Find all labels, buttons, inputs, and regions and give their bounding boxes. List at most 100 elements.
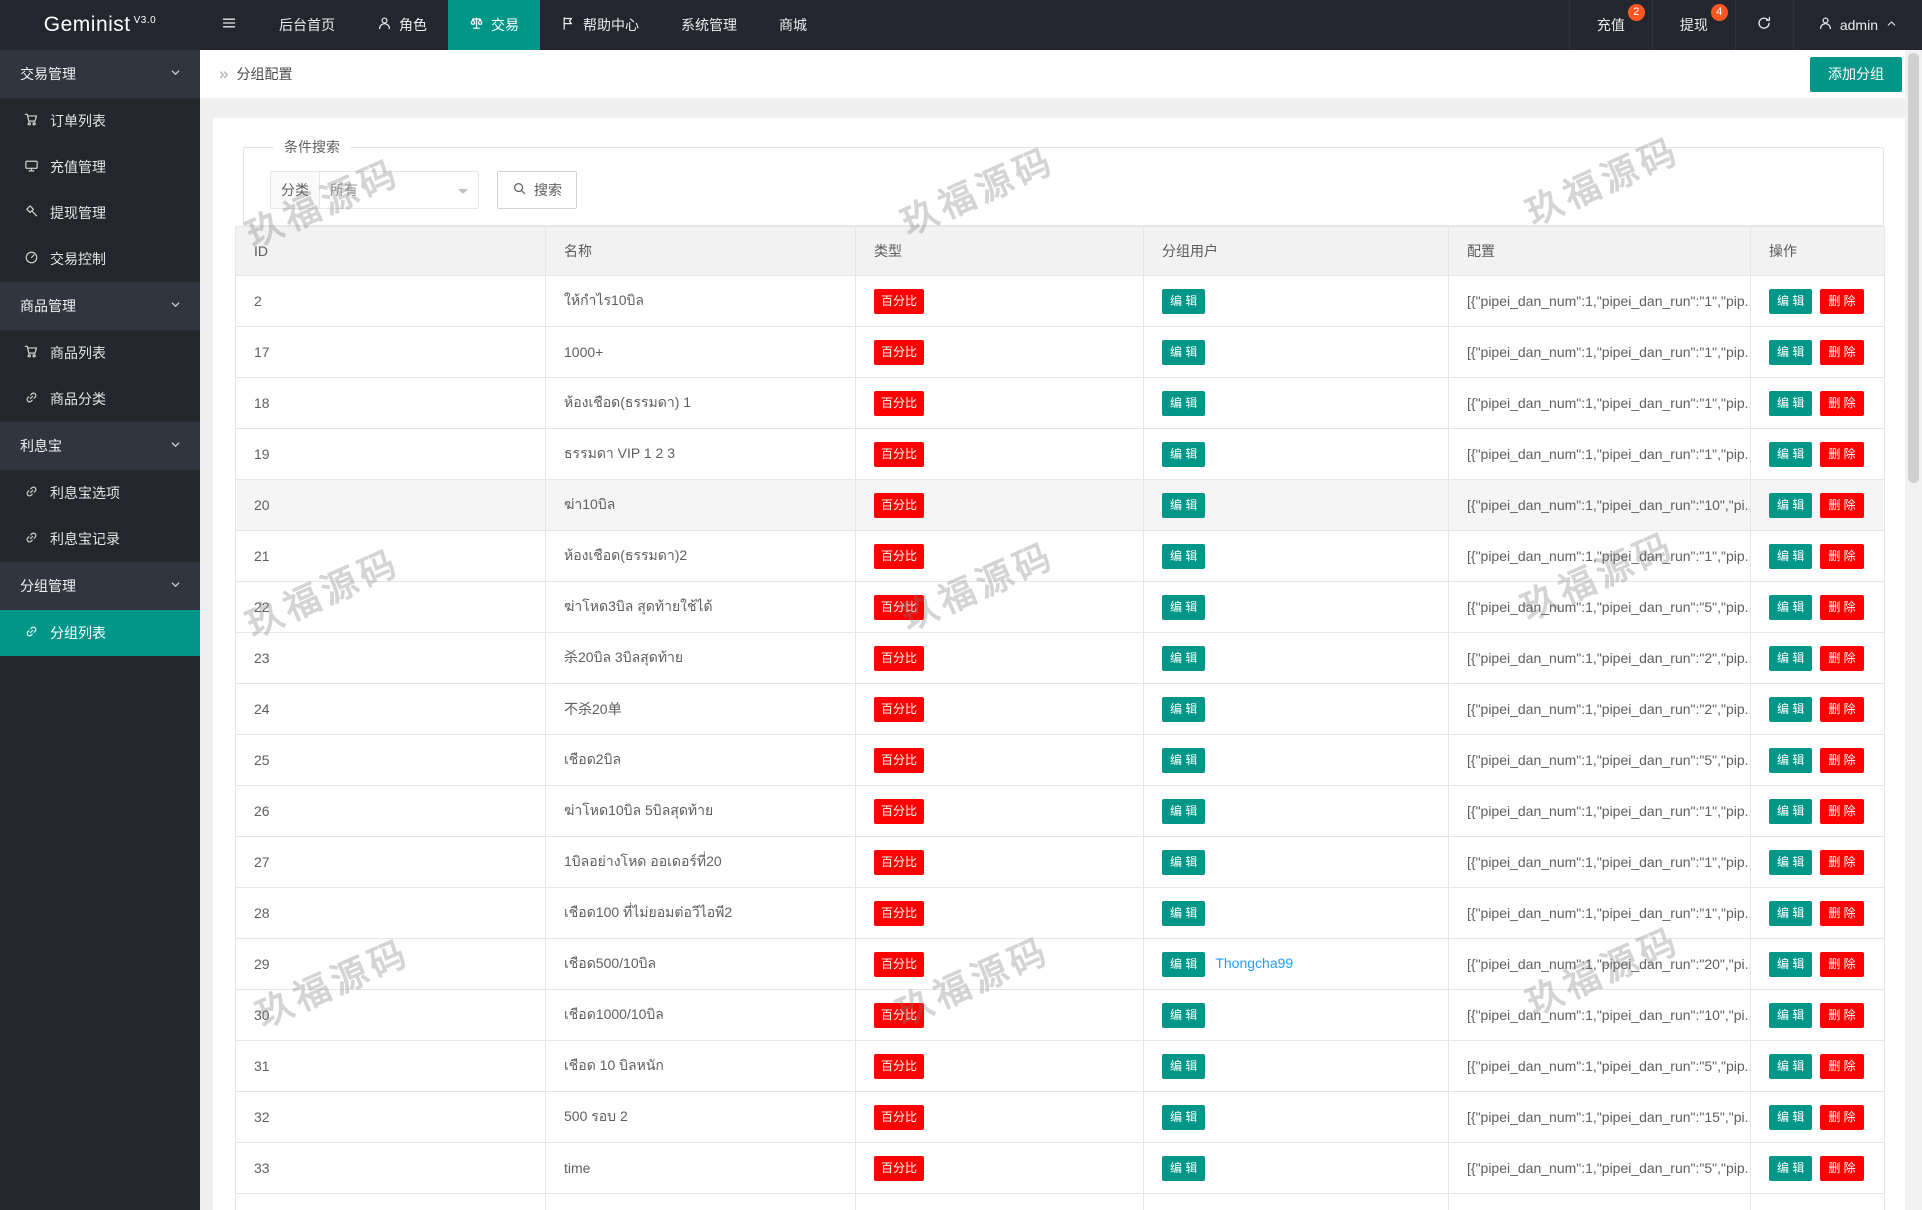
- group-user-edit-button[interactable]: 编 辑: [1162, 339, 1206, 365]
- sidebar-item[interactable]: 利息宝选项: [0, 470, 200, 516]
- sidebar-group-title[interactable]: 交易管理: [0, 50, 200, 98]
- group-user-edit-button[interactable]: 编 辑: [1162, 1104, 1206, 1130]
- top-nav-item[interactable]: 角色: [356, 0, 448, 50]
- group-user-edit-button[interactable]: 编 辑: [1162, 594, 1206, 620]
- withdraw-button[interactable]: 提现 4: [1651, 0, 1735, 50]
- top-nav-item[interactable]: 帮助中心: [540, 0, 660, 50]
- sidebar-group-title[interactable]: 利息宝: [0, 422, 200, 470]
- withdraw-count-badge: 4: [1710, 4, 1728, 21]
- group-user-edit-button[interactable]: 编 辑: [1162, 288, 1206, 314]
- edit-button[interactable]: 编 辑: [1769, 543, 1813, 569]
- cell-actions: 编 辑删 除: [1750, 989, 1885, 1041]
- group-user-edit-button[interactable]: 编 辑: [1162, 1002, 1206, 1028]
- edit-button[interactable]: 编 辑: [1769, 696, 1813, 722]
- group-user-edit-button[interactable]: 编 辑: [1162, 1053, 1206, 1079]
- sidebar-item[interactable]: 商品分类: [0, 376, 200, 422]
- group-user-edit-button[interactable]: 编 辑: [1162, 798, 1206, 824]
- cell-actions: 编 辑删 除: [1750, 428, 1885, 480]
- cell-group-user: 编 辑: [1143, 1091, 1449, 1143]
- search-fieldset: 条件搜索 分类 所有 搜索: [243, 137, 1884, 226]
- edit-button[interactable]: 编 辑: [1769, 1155, 1813, 1181]
- delete-button[interactable]: 删 除: [1820, 390, 1864, 416]
- delete-button[interactable]: 删 除: [1820, 849, 1864, 875]
- search-button[interactable]: 搜索: [497, 171, 577, 209]
- scrollbar-thumb[interactable]: [1908, 53, 1919, 483]
- category-select[interactable]: 所有: [319, 171, 479, 209]
- delete-button[interactable]: 删 除: [1820, 594, 1864, 620]
- group-user-edit-button[interactable]: 编 辑: [1162, 441, 1206, 467]
- sidebar-item[interactable]: 商品列表: [0, 330, 200, 376]
- cell-id: 27: [235, 836, 546, 888]
- edit-button[interactable]: 编 辑: [1769, 441, 1813, 467]
- delete-button[interactable]: 删 除: [1820, 696, 1864, 722]
- cell-name: ฆ่าโหด3บิล สุดท้ายใช้ได้: [545, 581, 856, 633]
- sidebar-group-title[interactable]: 分组管理: [0, 562, 200, 610]
- edit-button[interactable]: 编 辑: [1769, 900, 1813, 926]
- delete-button[interactable]: 删 除: [1820, 798, 1864, 824]
- sidebar-item[interactable]: 利息宝记录: [0, 516, 200, 562]
- delete-button[interactable]: 删 除: [1820, 288, 1864, 314]
- edit-button[interactable]: 编 辑: [1769, 951, 1813, 977]
- top-nav-item[interactable]: 商城: [758, 0, 828, 50]
- cell-actions: 编 辑删 除: [1750, 683, 1885, 735]
- cell-actions: 编 辑删 除: [1750, 1142, 1885, 1194]
- edit-button[interactable]: 编 辑: [1769, 594, 1813, 620]
- edit-button[interactable]: 编 辑: [1769, 1053, 1813, 1079]
- cell-actions: 编 辑删 除: [1750, 836, 1885, 888]
- sidebar-item[interactable]: 分组列表: [0, 610, 200, 656]
- edit-button[interactable]: 编 辑: [1769, 747, 1813, 773]
- sidebar-item[interactable]: 交易控制: [0, 236, 200, 282]
- delete-button[interactable]: 删 除: [1820, 900, 1864, 926]
- sidebar-group-title[interactable]: 商品管理: [0, 282, 200, 330]
- delete-button[interactable]: 删 除: [1820, 645, 1864, 671]
- top-nav-item[interactable]: 后台首页: [258, 0, 356, 50]
- delete-button[interactable]: 删 除: [1820, 1155, 1864, 1181]
- recharge-button[interactable]: 充值 2: [1568, 0, 1652, 50]
- cell-id: 25: [235, 734, 546, 786]
- group-user-edit-button[interactable]: 编 辑: [1162, 1155, 1206, 1181]
- edit-button[interactable]: 编 辑: [1769, 645, 1813, 671]
- delete-button[interactable]: 删 除: [1820, 543, 1864, 569]
- group-user-edit-button[interactable]: 编 辑: [1162, 747, 1206, 773]
- edit-button[interactable]: 编 辑: [1769, 288, 1813, 314]
- delete-button[interactable]: 删 除: [1820, 1053, 1864, 1079]
- user-menu[interactable]: admin: [1792, 0, 1922, 50]
- sidebar-item[interactable]: 订单列表: [0, 98, 200, 144]
- cell-config: [{"pipei_dan_num":1,"pipei_dan_run":"5",…: [1448, 734, 1751, 786]
- group-user-edit-button[interactable]: 编 辑: [1162, 951, 1206, 977]
- group-user-edit-button[interactable]: 编 辑: [1162, 849, 1206, 875]
- edit-button[interactable]: 编 辑: [1769, 339, 1813, 365]
- group-user-edit-button[interactable]: 编 辑: [1162, 696, 1206, 722]
- sidebar-toggle-button[interactable]: [200, 0, 258, 50]
- group-user-edit-button[interactable]: 编 辑: [1162, 645, 1206, 671]
- refresh-button[interactable]: [1734, 0, 1793, 50]
- top-nav-item[interactable]: 系统管理: [660, 0, 758, 50]
- edit-button[interactable]: 编 辑: [1769, 390, 1813, 416]
- edit-button[interactable]: 编 辑: [1769, 849, 1813, 875]
- group-user-link[interactable]: Thongcha99: [1215, 955, 1293, 971]
- edit-button[interactable]: 编 辑: [1769, 798, 1813, 824]
- delete-button[interactable]: 删 除: [1820, 441, 1864, 467]
- cell-group-user: 编 辑: [1143, 479, 1449, 531]
- sidebar-item[interactable]: 提现管理: [0, 190, 200, 236]
- group-user-edit-button[interactable]: 编 辑: [1162, 492, 1206, 518]
- main-area: » 分组配置 添加分组 条件搜索 分类 所有 搜索 ID 名称 类型 分组用户 …: [200, 50, 1922, 1210]
- group-user-edit-button[interactable]: 编 辑: [1162, 390, 1206, 416]
- group-user-edit-button[interactable]: 编 辑: [1162, 900, 1206, 926]
- delete-button[interactable]: 删 除: [1820, 951, 1864, 977]
- delete-button[interactable]: 删 除: [1820, 339, 1864, 365]
- edit-button[interactable]: 编 辑: [1769, 492, 1813, 518]
- sidebar-item[interactable]: 充值管理: [0, 144, 200, 190]
- edit-button[interactable]: 编 辑: [1769, 1104, 1813, 1130]
- add-group-button[interactable]: 添加分组: [1810, 57, 1902, 92]
- delete-button[interactable]: 删 除: [1820, 492, 1864, 518]
- group-user-edit-button[interactable]: 编 辑: [1162, 543, 1206, 569]
- delete-button[interactable]: 删 除: [1820, 1002, 1864, 1028]
- cell-actions: 编 辑删 除: [1750, 1091, 1885, 1143]
- cell-name: เชือด 10 บิลหนัก: [545, 1040, 856, 1092]
- top-nav-item[interactable]: 交易: [448, 0, 540, 50]
- delete-button[interactable]: 删 除: [1820, 747, 1864, 773]
- delete-button[interactable]: 删 除: [1820, 1104, 1864, 1130]
- edit-button[interactable]: 编 辑: [1769, 1002, 1813, 1028]
- cell-config: [{"pipei_dan_num":1,"pipei_dan_run":"1",…: [1448, 887, 1751, 939]
